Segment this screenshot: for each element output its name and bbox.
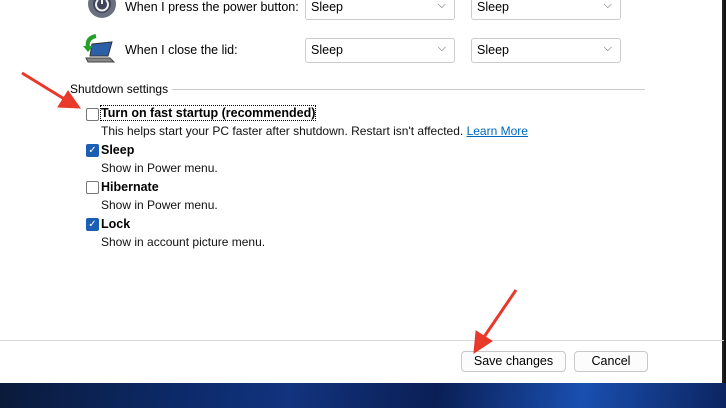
- lock-desc: Show in account picture menu.: [101, 235, 266, 249]
- power-button-label: When I press the power button:: [125, 0, 299, 14]
- fast-startup-label[interactable]: Turn on fast startup (recommended): [99, 105, 317, 121]
- fast-startup-desc: This helps start your PC faster after sh…: [101, 124, 528, 138]
- sleep-label[interactable]: Sleep: [101, 143, 134, 157]
- desc-text: This helps start your PC faster after sh…: [101, 124, 464, 138]
- close-lid-plugged-select[interactable]: Sleep ⌵: [471, 38, 621, 63]
- chevron-down-icon: ⌵: [437, 42, 446, 54]
- power-button-plugged-select[interactable]: Sleep ⌵: [471, 0, 621, 20]
- power-button-battery-select[interactable]: Sleep ⌵: [305, 0, 455, 20]
- fast-startup-checkbox[interactable]: [86, 108, 99, 121]
- close-lid-label: When I close the lid:: [125, 43, 238, 57]
- chevron-down-icon: ⌵: [603, 0, 612, 11]
- arrow-icon: [473, 289, 518, 354]
- system-settings-window: When I press the power button: Sleep ⌵ Sl…: [0, 0, 724, 383]
- footer-divider: [0, 340, 724, 341]
- hibernate-checkbox[interactable]: [86, 181, 99, 194]
- select-value: Sleep: [311, 0, 343, 14]
- desktop-wallpaper: [0, 383, 726, 408]
- laptop-lid-icon: [83, 34, 116, 63]
- power-button-icon: [88, 0, 116, 18]
- select-value: Sleep: [311, 43, 343, 57]
- sleep-checkbox[interactable]: ✓: [86, 144, 99, 157]
- select-value: Sleep: [477, 43, 509, 57]
- chevron-down-icon: ⌵: [437, 0, 446, 11]
- learn-more-link[interactable]: Learn More: [467, 124, 528, 138]
- shutdown-settings-heading: Shutdown settings: [70, 82, 169, 96]
- group-divider: [172, 89, 645, 90]
- lock-label[interactable]: Lock: [101, 217, 130, 231]
- save-changes-button[interactable]: Save changes: [461, 351, 566, 372]
- lock-checkbox[interactable]: ✓: [86, 218, 99, 231]
- hibernate-label[interactable]: Hibernate: [101, 180, 159, 194]
- hibernate-desc: Show in Power menu.: [101, 198, 218, 212]
- close-lid-battery-select[interactable]: Sleep ⌵: [305, 38, 455, 63]
- select-value: Sleep: [477, 0, 509, 14]
- sleep-desc: Show in Power menu.: [101, 161, 218, 175]
- chevron-down-icon: ⌵: [603, 42, 612, 54]
- cancel-button[interactable]: Cancel: [574, 351, 648, 372]
